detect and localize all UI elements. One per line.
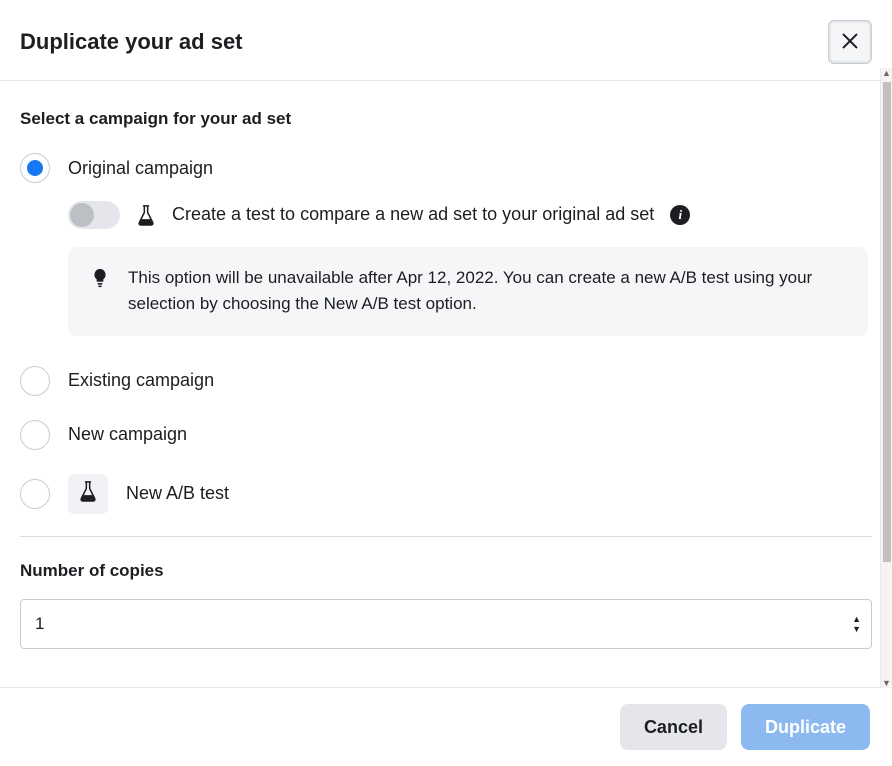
- modal-footer: Cancel Duplicate: [0, 687, 892, 766]
- deprecation-notice: This option will be unavailable after Ap…: [68, 247, 868, 336]
- create-test-label: Create a test to compare a new ad set to…: [172, 203, 654, 226]
- original-campaign-nested: Create a test to compare a new ad set to…: [68, 201, 872, 336]
- radio-input-new[interactable]: [20, 420, 50, 450]
- section-divider: [20, 536, 872, 537]
- radio-input-original[interactable]: [20, 153, 50, 183]
- stepper-down-icon[interactable]: ▼: [852, 625, 861, 633]
- duplicate-button[interactable]: Duplicate: [741, 704, 870, 750]
- copies-input[interactable]: [35, 614, 852, 634]
- close-icon: [839, 30, 861, 55]
- radio-new-ab-test[interactable]: New A/B test: [20, 474, 872, 514]
- radio-input-existing[interactable]: [20, 366, 50, 396]
- beaker-icon: [78, 479, 98, 508]
- notice-text: This option will be unavailable after Ap…: [128, 265, 846, 318]
- copies-input-wrap[interactable]: ▲ ▼: [20, 599, 872, 649]
- close-button[interactable]: [828, 20, 872, 64]
- radio-label-ab: New A/B test: [126, 483, 229, 504]
- modal-header: Duplicate your ad set: [0, 0, 892, 80]
- radio-new-campaign[interactable]: New campaign: [20, 420, 872, 450]
- cancel-button[interactable]: Cancel: [620, 704, 727, 750]
- duplicate-adset-modal: Duplicate your ad set Select a campaign …: [0, 0, 892, 766]
- radio-original-campaign[interactable]: Original campaign: [20, 153, 872, 183]
- radio-label-existing: Existing campaign: [68, 370, 214, 391]
- create-test-toggle[interactable]: [68, 201, 120, 229]
- stepper-up-icon[interactable]: ▲: [852, 615, 861, 623]
- modal-body[interactable]: Select a campaign for your ad set Origin…: [0, 80, 892, 687]
- beaker-icon: [136, 203, 156, 227]
- campaign-section-label: Select a campaign for your ad set: [20, 109, 872, 129]
- scroll-down-icon[interactable]: ▼: [881, 678, 892, 688]
- radio-label-new: New campaign: [68, 424, 187, 445]
- lightbulb-icon: [90, 267, 110, 294]
- radio-label-original: Original campaign: [68, 158, 213, 179]
- scrollbar[interactable]: ▲ ▼: [880, 68, 892, 688]
- copies-stepper[interactable]: ▲ ▼: [852, 615, 861, 633]
- radio-existing-campaign[interactable]: Existing campaign: [20, 366, 872, 396]
- radio-input-ab[interactable]: [20, 479, 50, 509]
- info-icon[interactable]: i: [670, 205, 690, 225]
- copies-section-label: Number of copies: [20, 561, 872, 581]
- scroll-thumb[interactable]: [883, 82, 891, 562]
- ab-test-badge: [68, 474, 108, 514]
- modal-title: Duplicate your ad set: [20, 29, 243, 55]
- create-test-toggle-row: Create a test to compare a new ad set to…: [68, 201, 872, 229]
- scroll-up-icon[interactable]: ▲: [881, 68, 892, 78]
